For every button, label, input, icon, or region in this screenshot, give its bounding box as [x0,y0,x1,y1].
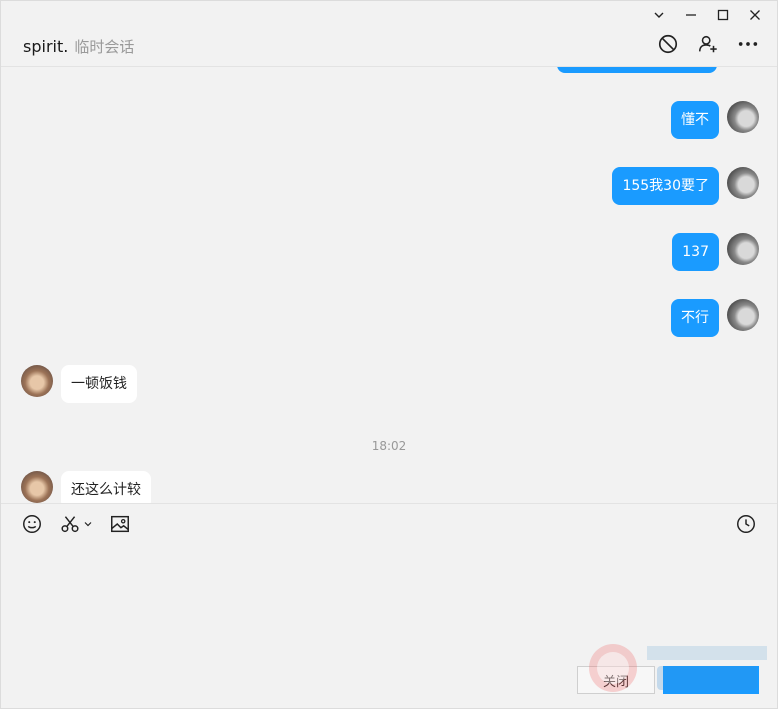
image-icon[interactable] [109,511,131,537]
message-bubble-partial [557,67,717,73]
message-input-area [1,543,777,663]
window-controls [643,3,771,27]
message-item: 一顿饭钱 [21,365,137,403]
avatar[interactable] [727,299,759,331]
avatar[interactable] [727,101,759,133]
emoji-icon[interactable] [21,511,43,537]
input-toolbar [1,503,777,543]
close-button[interactable]: 关闭 [577,666,655,694]
chat-window: spirit. 临时会话 懂不 155我30要了 137 不行 一顿饭钱 18:… [0,0,778,709]
message-input[interactable] [1,543,777,663]
message-timestamp: 18:02 [371,439,407,453]
message-bubble[interactable]: 懂不 [671,101,719,139]
session-type: 临时会话 [74,38,135,56]
message-item: 还这么计较 [21,471,151,503]
minimize-icon[interactable] [675,3,707,27]
send-button[interactable] [663,666,759,694]
chat-header: spirit. 临时会话 [1,27,777,67]
message-item: 懂不 [671,101,759,139]
scissors-icon[interactable] [59,511,93,537]
action-buttons: 关闭 [577,666,759,694]
avatar[interactable] [21,471,53,503]
message-bubble[interactable]: 155我30要了 [612,167,719,205]
message-bubble[interactable]: 一顿饭钱 [61,365,137,403]
message-item: 137 [672,233,759,271]
message-list[interactable]: 懂不 155我30要了 137 不行 一顿饭钱 18:02 还这么计较 [1,67,777,503]
add-friend-icon[interactable] [695,31,721,57]
message-bubble[interactable]: 不行 [671,299,719,337]
contact-name[interactable]: spirit. [23,37,68,56]
avatar[interactable] [727,167,759,199]
header-actions [655,31,761,57]
message-item: 155我30要了 [612,167,759,205]
chevron-down-icon[interactable] [83,519,93,529]
block-icon[interactable] [655,31,681,57]
history-icon[interactable] [735,511,757,537]
chevron-down-icon[interactable] [643,3,675,27]
maximize-icon[interactable] [707,3,739,27]
message-item: 不行 [671,299,759,337]
more-icon[interactable] [735,31,761,57]
avatar[interactable] [21,365,53,397]
message-bubble[interactable]: 还这么计较 [61,471,151,503]
message-bubble[interactable]: 137 [672,233,719,271]
close-icon[interactable] [739,3,771,27]
avatar[interactable] [727,233,759,265]
